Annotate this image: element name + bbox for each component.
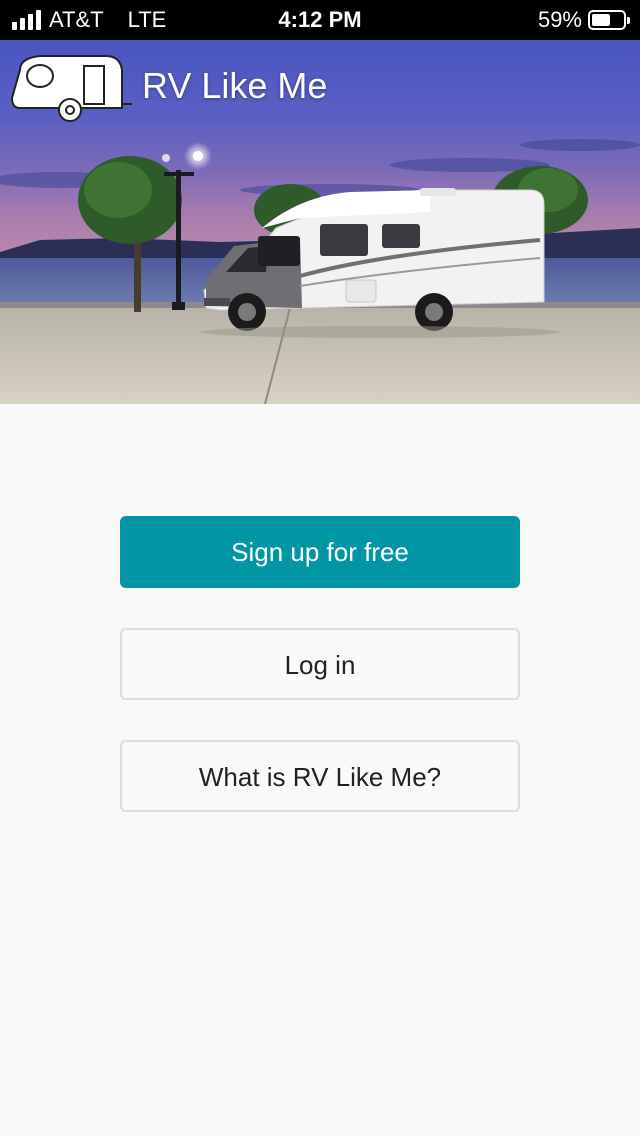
brand: RV Like Me (10, 48, 327, 124)
auth-actions: Sign up for free Log in What is RV Like … (120, 516, 520, 852)
sign-up-button[interactable]: Sign up for free (120, 516, 520, 588)
battery-level-fill (592, 14, 610, 26)
app-title: RV Like Me (142, 65, 328, 106)
status-bar: AT&T LTE 4:12 PM 59% (0, 0, 640, 40)
status-right: 59% (537, 0, 630, 40)
rv-trailer-icon (10, 55, 132, 122)
about-button[interactable]: What is RV Like Me? (120, 740, 520, 812)
battery-percent: 59% (537, 7, 582, 32)
hero-image: RV Like Me (0, 40, 640, 404)
battery-icon (588, 10, 630, 30)
log-in-button[interactable]: Log in (120, 628, 520, 700)
